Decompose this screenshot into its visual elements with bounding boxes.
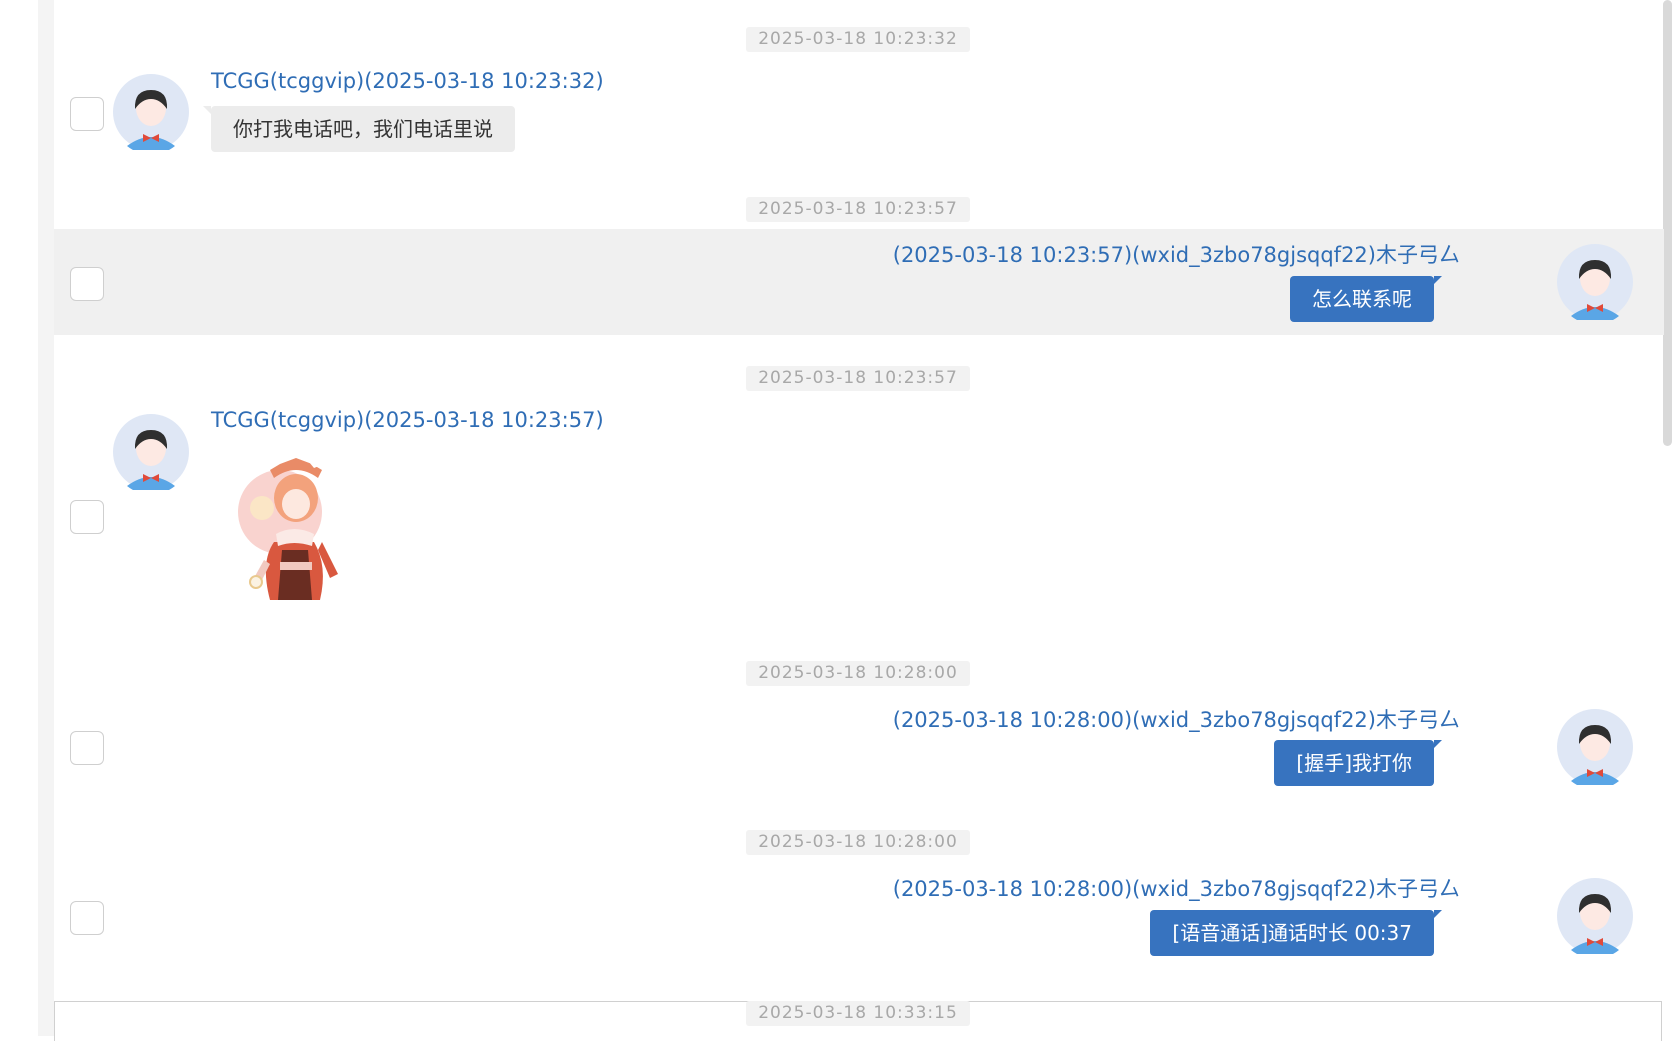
message-timestamp: 2025-03-18 10:23:57 [746, 366, 970, 391]
message-checkbox[interactable] [70, 731, 104, 765]
message-bubble-out[interactable]: [握手]我打你 [1274, 740, 1442, 786]
sticker-image[interactable] [234, 450, 346, 602]
message-checkbox[interactable] [70, 500, 104, 534]
message-checkbox[interactable] [70, 901, 104, 935]
sender-name[interactable]: TCGG(tcggvip)(2025-03-18 10:23:57) [211, 408, 604, 432]
default-avatar-icon [1557, 709, 1633, 785]
message-checkbox[interactable] [70, 97, 104, 131]
message-bubble-out[interactable]: [语音通话]通话时长 00:37 [1150, 910, 1442, 956]
default-avatar-icon [1557, 244, 1633, 320]
default-avatar-icon [1557, 878, 1633, 954]
sender-name[interactable]: (2025-03-18 10:28:00)(wxid_3zbo78gjsqqf2… [893, 704, 1460, 734]
message-timestamp: 2025-03-18 10:23:32 [746, 27, 970, 52]
default-avatar-icon [113, 74, 189, 150]
sender-name[interactable]: (2025-03-18 10:23:57)(wxid_3zbo78gjsqqf2… [893, 239, 1460, 269]
scrollbar-track[interactable] [1659, 0, 1675, 1036]
left-gutter [0, 0, 38, 1036]
message-checkbox[interactable] [70, 267, 104, 301]
default-avatar-icon [113, 414, 189, 490]
message-bubble-out[interactable]: 怎么联系呢 [1290, 276, 1442, 322]
message-timestamp: 2025-03-18 10:33:15 [746, 1001, 970, 1026]
message-bubble-in[interactable]: 你打我电话吧，我们电话里说 [203, 106, 515, 152]
message-timestamp: 2025-03-18 10:28:00 [746, 830, 970, 855]
scrollbar-thumb[interactable] [1663, 0, 1672, 446]
left-rail [38, 0, 54, 1036]
sender-name[interactable]: TCGG(tcggvip)(2025-03-18 10:23:32) [211, 69, 604, 93]
message-timestamp: 2025-03-18 10:28:00 [746, 661, 970, 686]
message-timestamp: 2025-03-18 10:23:57 [746, 197, 970, 222]
sender-name[interactable]: (2025-03-18 10:28:00)(wxid_3zbo78gjsqqf2… [893, 873, 1460, 903]
